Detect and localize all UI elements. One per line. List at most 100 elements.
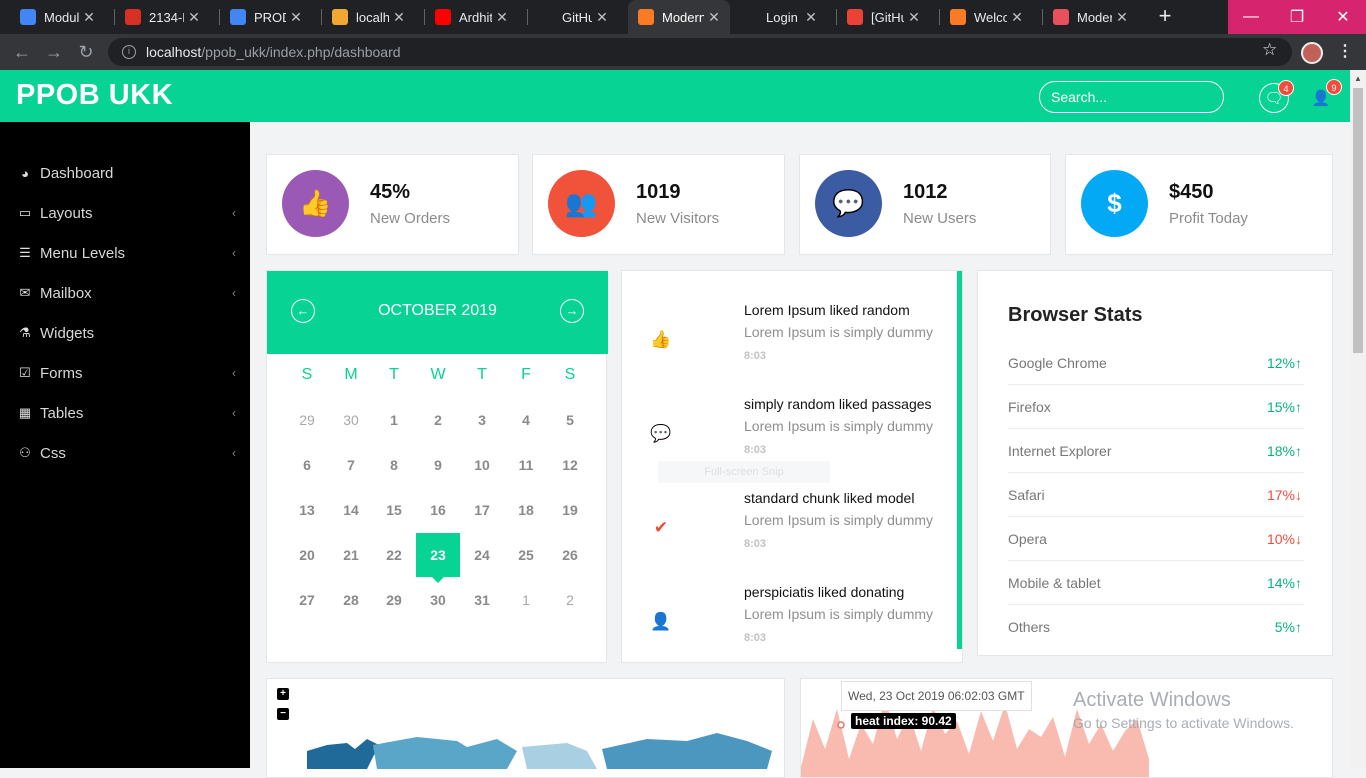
browser-tab[interactable]: Modul ✕: [10, 0, 105, 34]
calendar-day[interactable]: 30: [416, 578, 460, 622]
sidebar-item-menu-levels[interactable]: ☰ Menu Levels ‹: [0, 233, 250, 273]
sidebar-item-widgets[interactable]: ⚗ Widgets: [0, 313, 250, 353]
browser-tab[interactable]: localho✕: [322, 0, 415, 34]
close-tab-icon[interactable]: ✕: [1007, 9, 1027, 26]
calendar-day[interactable]: 28: [329, 578, 373, 622]
browser-tab[interactable]: Modern✕: [628, 0, 730, 34]
close-tab-icon[interactable]: ✕: [704, 9, 724, 26]
calendar-day[interactable]: 14: [329, 488, 373, 532]
sidebar-item-layouts[interactable]: ▭ Layouts ‹: [0, 193, 250, 233]
minimize-button[interactable]: —: [1228, 0, 1274, 34]
calendar-day[interactable]: 24: [460, 533, 504, 577]
calendar-day[interactable]: 22: [372, 533, 416, 577]
calendar-day[interactable]: 29: [285, 398, 329, 442]
next-month-icon[interactable]: →: [560, 299, 584, 323]
calendar-day[interactable]: 20: [285, 533, 329, 577]
calendar-day[interactable]: 1: [372, 398, 416, 442]
messages-button[interactable]: 🗨 4: [1259, 80, 1294, 113]
calendar-day[interactable]: 12: [548, 443, 592, 487]
scroll-up-icon[interactable]: ▲: [1354, 74, 1362, 83]
calendar-day[interactable]: 5: [548, 398, 592, 442]
scrollbar-thumb[interactable]: [1353, 88, 1363, 353]
sidebar-item-css[interactable]: ⚇ Css ‹: [0, 433, 250, 473]
calendar-day[interactable]: 25: [504, 533, 548, 577]
browser-tab[interactable]: Welcon✕: [940, 0, 1033, 34]
close-tab-icon[interactable]: ✕: [1112, 9, 1132, 26]
calendar-day[interactable]: 10: [460, 443, 504, 487]
browser-menu-icon[interactable]: ⋮: [1337, 41, 1353, 61]
calendar-day[interactable]: 19: [548, 488, 592, 532]
close-tab-icon[interactable]: ✕: [492, 9, 512, 26]
calendar-day[interactable]: 13: [285, 488, 329, 532]
calendar-day[interactable]: 9: [416, 443, 460, 487]
sidebar-item-mailbox[interactable]: ✉ Mailbox ‹: [0, 273, 250, 313]
browser-tab[interactable]: [GitHu✕: [837, 0, 930, 34]
notifications-button[interactable]: 👤 9: [1306, 79, 1342, 113]
world-map[interactable]: [267, 679, 785, 778]
browser-tab[interactable]: Ardhito✕: [425, 0, 518, 34]
close-tab-icon[interactable]: ✕: [592, 9, 612, 26]
calendar-day[interactable]: 4: [504, 398, 548, 442]
bookmark-star-icon[interactable]: ☆: [1262, 40, 1277, 60]
browser-stats-title: Browser Stats: [1008, 304, 1143, 326]
url-field[interactable]: i localhost/ppob_ukk/index.php/dashboard: [108, 38, 1292, 66]
close-window-button[interactable]: ✕: [1320, 0, 1366, 34]
close-tab-icon[interactable]: ✕: [389, 9, 409, 26]
calendar-day[interactable]: 31: [460, 578, 504, 622]
new-tab-button[interactable]: +: [1153, 5, 1177, 29]
feed-item[interactable]: 👤 perspiciatis liked donating Lorem Ipsum …: [622, 584, 952, 678]
search-input[interactable]: Search...: [1039, 81, 1224, 113]
sidebar-item-label: Mailbox: [40, 284, 92, 302]
calendar-weekday: M: [344, 366, 358, 383]
calendar-weekday: T: [389, 366, 399, 383]
calendar-day[interactable]: 23: [416, 533, 460, 583]
reload-icon[interactable]: ↻: [74, 40, 98, 64]
page-scrollbar[interactable]: ▲: [1350, 70, 1366, 768]
calendar-day[interactable]: 11: [504, 443, 548, 487]
stat-label: Profit Today: [1169, 210, 1248, 227]
calendar-day[interactable]: 17: [460, 488, 504, 532]
close-tab-icon[interactable]: ✕: [801, 9, 821, 26]
maximize-button[interactable]: ❐: [1274, 0, 1320, 34]
browser-tab[interactable]: 2134-P✕: [115, 0, 210, 34]
calendar-day[interactable]: 27: [285, 578, 329, 622]
browser-tab[interactable]: Login ✕: [732, 0, 827, 34]
gmail-icon: [847, 9, 863, 25]
calendar-day[interactable]: 30: [329, 398, 373, 442]
tab-separator: [527, 9, 528, 25]
calendar-day[interactable]: 3: [460, 398, 504, 442]
info-icon[interactable]: i: [122, 45, 136, 59]
calendar-day[interactable]: 26: [548, 533, 592, 577]
browser-tab[interactable]: PRODU✕: [220, 0, 312, 34]
browser-tab[interactable]: Modern✕: [1043, 0, 1138, 34]
close-tab-icon[interactable]: ✕: [184, 9, 204, 26]
calendar-day[interactable]: 8: [372, 443, 416, 487]
address-bar-row: ← → ↻ i localhost/ppob_ukk/index.php/das…: [0, 34, 1366, 70]
calendar-day[interactable]: 7: [329, 443, 373, 487]
calendar-day[interactable]: 18: [504, 488, 548, 532]
browser-tab[interactable]: GitHub✕: [528, 0, 618, 34]
feed-item[interactable]: ✔ standard chunk liked model Lorem Ipsum i…: [622, 490, 952, 584]
calendar-day[interactable]: 16: [416, 488, 460, 532]
close-tab-icon[interactable]: ✕: [904, 9, 924, 26]
calendar-day[interactable]: 2: [548, 578, 592, 622]
sidebar-item-forms[interactable]: ☑ Forms ‹: [0, 353, 250, 393]
tab-separator: [1042, 9, 1043, 25]
profile-avatar[interactable]: [1301, 42, 1323, 64]
brand-logo[interactable]: PPOB UKK: [16, 79, 173, 112]
calendar-day[interactable]: 29: [372, 578, 416, 622]
forward-icon[interactable]: →: [42, 40, 66, 64]
calendar-day[interactable]: 21: [329, 533, 373, 577]
calendar-day[interactable]: 15: [372, 488, 416, 532]
stat-card: 👍 45% New Orders: [266, 154, 519, 255]
close-tab-icon[interactable]: ✕: [286, 9, 306, 26]
calendar-day[interactable]: 6: [285, 443, 329, 487]
feed-text: Lorem Ipsum is simply dummy: [744, 512, 934, 528]
calendar-day[interactable]: 1: [504, 578, 548, 622]
back-icon[interactable]: ←: [10, 40, 34, 64]
calendar-day[interactable]: 2: [416, 398, 460, 442]
sidebar-item-dashboard[interactable]: ◕ Dashboard: [0, 153, 250, 193]
sidebar-item-tables[interactable]: ▦ Tables ‹: [0, 393, 250, 433]
feed-item[interactable]: 👍 Lorem Ipsum liked random Lorem Ipsum is …: [622, 302, 952, 396]
close-tab-icon[interactable]: ✕: [79, 9, 99, 26]
